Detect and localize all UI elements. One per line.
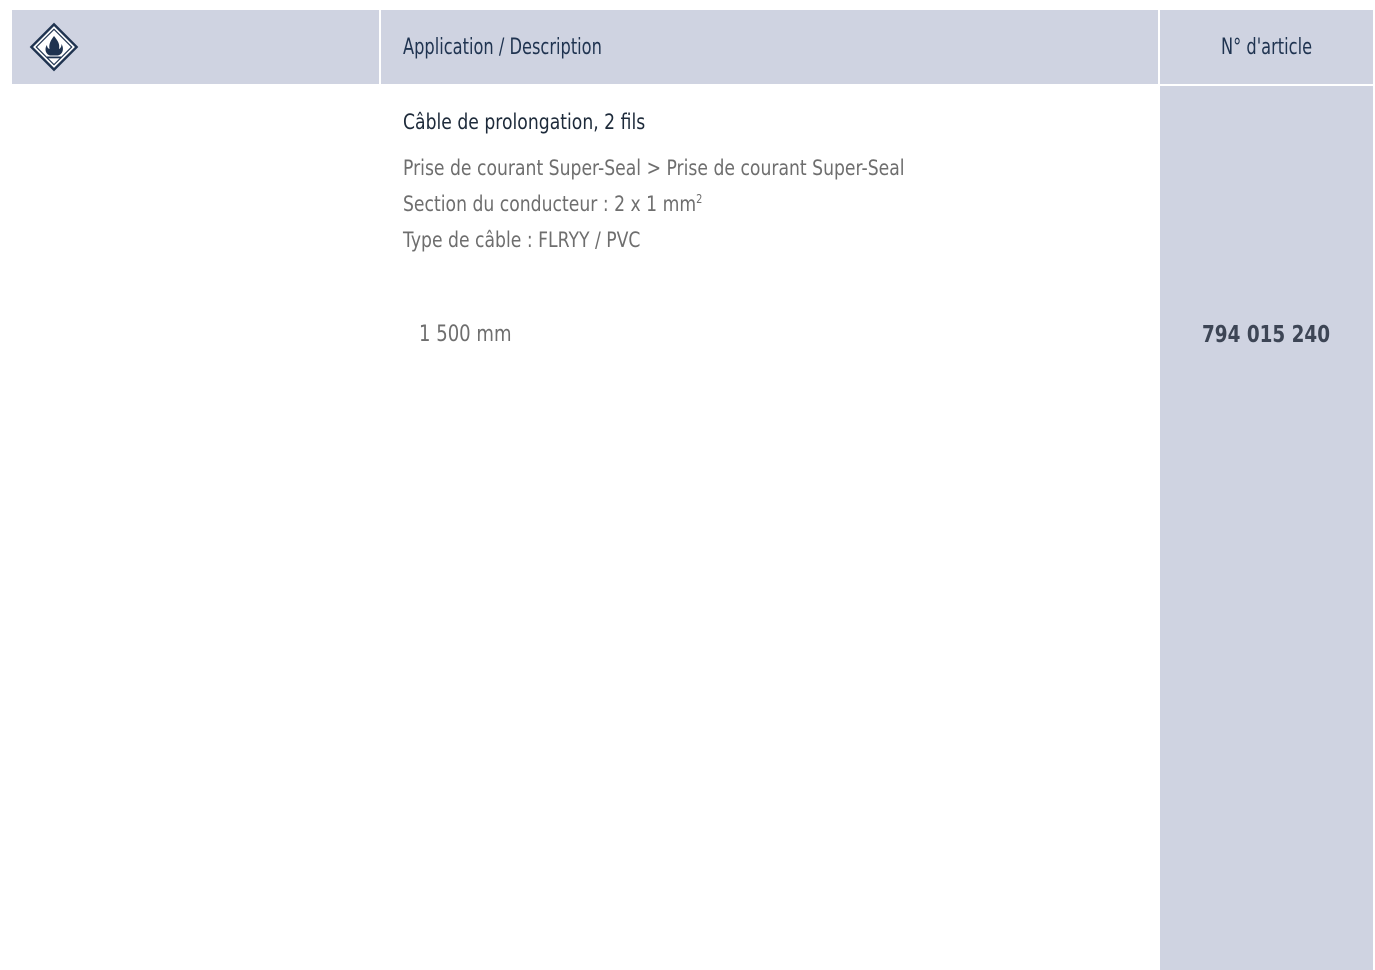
article-number-text: 794 015 240	[1202, 322, 1331, 348]
header-article-cell: N° d'article	[1160, 10, 1373, 84]
header-article-label: N° d'article	[1220, 34, 1313, 60]
row-article-number: 794 015 240	[1160, 322, 1373, 348]
product-section-text: Section du conducteur : 2 x 1 mm	[403, 192, 697, 216]
product-cable-type-line: Type de câble : FLRYY / PVC	[403, 228, 641, 252]
header-description-label: Application / Description	[403, 34, 602, 60]
article-number-column	[1160, 86, 1373, 970]
header-icon-cell	[12, 10, 379, 84]
table-header: Application / Description N° d'article	[12, 10, 1373, 84]
product-section-exponent: 2	[696, 192, 703, 206]
product-title: Câble de prolongation, 2 fils	[403, 110, 646, 134]
product-section-line: Section du conducteur : 2 x 1 mm2	[403, 186, 1010, 222]
flammable-hazard-icon	[29, 22, 79, 72]
product-description: Câble de prolongation, 2 fils Prise de c…	[403, 108, 1143, 258]
product-sheet: Application / Description N° d'article C…	[0, 0, 1375, 970]
product-connector-line: Prise de courant Super-Seal > Prise de c…	[403, 156, 905, 180]
header-description-cell: Application / Description	[381, 10, 1158, 84]
row-length: 1 500 mm	[419, 322, 512, 347]
